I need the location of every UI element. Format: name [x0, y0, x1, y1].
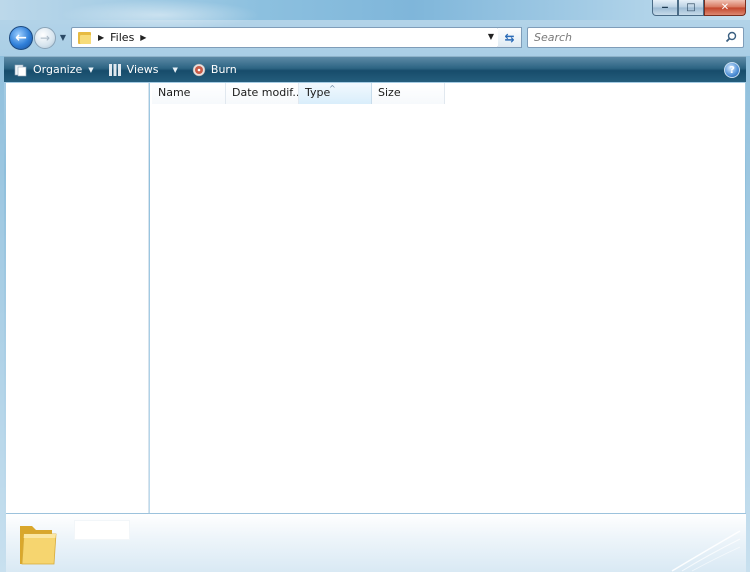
navigation-pane[interactable] [6, 83, 149, 513]
burn-disc-icon [192, 63, 206, 76]
search-icon[interactable] [725, 31, 737, 43]
views-dropdown-icon[interactable]: ▼ [173, 66, 178, 74]
column-header-label: Date modif... [232, 86, 299, 99]
organize-button[interactable]: Organize ▼ [10, 59, 98, 81]
search-box[interactable] [527, 27, 744, 48]
burn-label: Burn [210, 63, 237, 76]
help-button[interactable]: ? [724, 62, 740, 78]
breadcrumb-separator-icon[interactable]: ▶ [98, 33, 104, 42]
close-icon: ✕ [720, 2, 730, 13]
title-bar[interactable]: ‒ □ ✕ [0, 0, 750, 30]
folder-icon [78, 31, 92, 45]
refresh-button[interactable]: ⇆ [498, 27, 522, 48]
address-bar[interactable]: ▶ Files ▶ ▼ [71, 27, 499, 48]
column-header-label: Name [158, 86, 191, 99]
decorative-swoosh [671, 530, 741, 572]
column-header-label: Size [378, 86, 401, 99]
minimize-icon: ‒ [661, 2, 669, 13]
organize-icon [14, 64, 27, 76]
back-button[interactable]: ← [9, 26, 33, 50]
search-input[interactable] [532, 30, 712, 45]
maximize-button[interactable]: □ [678, 0, 704, 16]
breadcrumb-files[interactable]: Files [110, 31, 134, 44]
details-name-field[interactable] [74, 520, 130, 540]
breadcrumb-separator-icon[interactable]: ▶ [140, 33, 146, 42]
recent-pages-dropdown[interactable]: ▼ [58, 33, 68, 43]
window-frame-right [746, 56, 750, 572]
caption-buttons: ‒ □ ✕ [652, 0, 746, 16]
command-bar: Organize ▼ Views ▼ Burn ? [4, 56, 746, 82]
column-header-type[interactable]: ^ Type [299, 83, 372, 104]
views-label: Views [126, 63, 159, 76]
details-pane [6, 513, 746, 572]
column-header-size[interactable]: Size [372, 83, 445, 104]
views-icon [108, 63, 121, 76]
forward-arrow-icon: → [39, 31, 51, 45]
column-header-date-modified[interactable]: Date modif... [226, 83, 299, 104]
folder-icon [20, 526, 57, 565]
maximize-icon: □ [686, 2, 696, 13]
file-list-pane[interactable]: Name Date modif... ^ Type Size [150, 83, 745, 513]
address-dropdown-icon[interactable]: ▼ [488, 32, 494, 41]
refresh-icon: ⇆ [504, 30, 515, 45]
column-header-label: Type [305, 86, 331, 99]
organize-dropdown-icon: ▼ [88, 65, 94, 74]
navigation-bar: ← → ▼ ▶ Files ▶ ▼ ⇆ [0, 20, 750, 56]
burn-button[interactable]: Burn [188, 59, 241, 81]
help-icon: ? [729, 64, 735, 76]
minimize-button[interactable]: ‒ [652, 0, 678, 16]
column-header-name[interactable]: Name [152, 83, 226, 104]
sort-ascending-icon: ^ [329, 84, 336, 93]
back-arrow-icon: ← [15, 30, 27, 46]
column-headers: Name Date modif... ^ Type Size [152, 83, 445, 104]
window-frame-left [0, 56, 4, 572]
views-button[interactable]: Views ▼ [104, 59, 182, 81]
organize-label: Organize [33, 63, 83, 76]
close-button[interactable]: ✕ [704, 0, 746, 16]
forward-button[interactable]: → [34, 27, 56, 49]
explorer-window: ‒ □ ✕ ← → ▼ ▶ Files ▶ ▼ ⇆ Search Organiz… [0, 0, 750, 572]
